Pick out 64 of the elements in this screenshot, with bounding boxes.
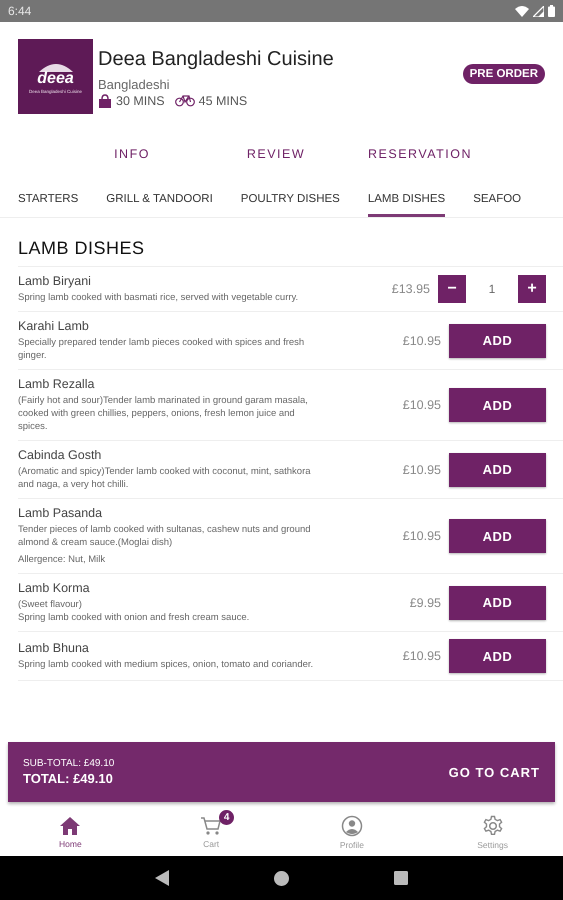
- add-button[interactable]: ADD: [449, 519, 546, 553]
- dish-name: Lamb Bhuna: [18, 641, 90, 655]
- add-button[interactable]: ADD: [449, 586, 546, 620]
- total-text: TOTAL: £49.10: [23, 771, 114, 786]
- add-button[interactable]: ADD: [449, 639, 546, 673]
- increase-button[interactable]: +: [518, 275, 546, 303]
- dish-description: (Sweet flavour) Spring lamb cooked with onion and fresh cream sauce.: [18, 598, 250, 624]
- dish-name: Lamb Biryani: [18, 274, 92, 288]
- allergen-note: Allergence: Nut, Milk: [18, 553, 106, 566]
- category-tab[interactable]: GRILL & TANDOORI: [106, 183, 213, 217]
- delivery-time: 45 MINS: [198, 94, 248, 108]
- dish-price: £10.95: [402, 529, 441, 543]
- dish-price: £13.95: [392, 282, 430, 296]
- add-button[interactable]: ADD: [449, 388, 546, 422]
- bicycle-icon: [174, 95, 195, 107]
- dish-description: Tender pieces of lamb cooked with sultanas, cashew nuts and ground almond & cream sauce.(Moglai dish): [18, 523, 312, 549]
- dish-description: (Fairly hot and sour)Tender lamb marinated in ground garam masala, cooked with green chillies, peppers, onions, fresh lemon juice and spices.: [18, 394, 309, 433]
- category-tab[interactable]: POULTRY DISHES: [240, 183, 340, 217]
- settings-icon: [482, 814, 504, 836]
- dish-price: £10.95: [402, 649, 441, 663]
- go-to-cart-button[interactable]: GO TO CART: [448, 764, 540, 780]
- add-button[interactable]: ADD: [449, 452, 546, 486]
- dish-name: Lamb Korma: [18, 581, 91, 595]
- category-tab[interactable]: SEAFOO: [473, 183, 522, 217]
- clock-time: 6:44: [8, 4, 32, 18]
- dish-price: £10.95: [402, 398, 441, 412]
- dish-price: £9.95: [410, 596, 441, 610]
- decrease-button[interactable]: −: [438, 275, 466, 303]
- cuisine-label: Bangladeshi: [98, 77, 171, 92]
- dish-name: Cabinda Gosth: [18, 448, 102, 462]
- info-tab[interactable]: REVIEW: [204, 147, 348, 161]
- dish-description: (Aromatic and spicy)Tender lamb cooked with coconut, mint, sathkora and naga, a very hot chilli.: [18, 465, 312, 491]
- dish-description: Spring lamb cooked with basmati rice, served with vegetable curry.: [18, 291, 300, 304]
- collection-time: 30 MINS: [116, 94, 165, 108]
- dish-price: £10.95: [402, 334, 441, 348]
- battery-icon: [548, 5, 555, 17]
- wifi-icon: [515, 6, 529, 16]
- cart-icon: [200, 816, 222, 836]
- nav-tab[interactable]: 4 Cart: [140, 808, 282, 856]
- info-tab[interactable]: INFO: [60, 147, 204, 161]
- quantity-value: 1: [488, 282, 496, 296]
- profile-icon: [340, 814, 363, 836]
- bag-icon: [98, 94, 112, 108]
- section-title: LAMB DISHES: [17, 237, 146, 260]
- subtotal-text: SUB-TOTAL: £49.10: [23, 758, 114, 769]
- home-icon: [59, 816, 82, 836]
- dish-price: £10.95: [402, 462, 441, 476]
- back-icon[interactable]: [155, 870, 169, 886]
- nav-tab[interactable]: Home: [0, 808, 141, 856]
- signal-icon: [533, 6, 544, 16]
- restaurant-name: Deea Bangladeshi Cuisine: [98, 48, 334, 71]
- add-button[interactable]: ADD: [449, 324, 546, 358]
- category-tab[interactable]: STARTERS: [18, 183, 78, 217]
- dish-name: Lamb Rezalla: [18, 377, 96, 391]
- cart-count-badge: 4: [219, 810, 234, 824]
- dish-name: Lamb Pasanda: [18, 506, 104, 520]
- category-tab[interactable]: LAMB DISHES: [368, 183, 446, 217]
- dish-description: Specially prepared tender lamb pieces cooked with spices and fresh ginger.: [18, 336, 306, 362]
- info-tab[interactable]: RESERVATION: [368, 147, 472, 161]
- dish-name: Karahi Lamb: [18, 319, 90, 333]
- pre-order-badge: PRE ORDER: [462, 64, 545, 84]
- logo-wordmark: deea: [37, 72, 74, 86]
- dish-description: Spring lamb cooked with medium spices, onion, tomato and coriander.: [18, 658, 314, 671]
- home-circle-icon[interactable]: [274, 870, 289, 886]
